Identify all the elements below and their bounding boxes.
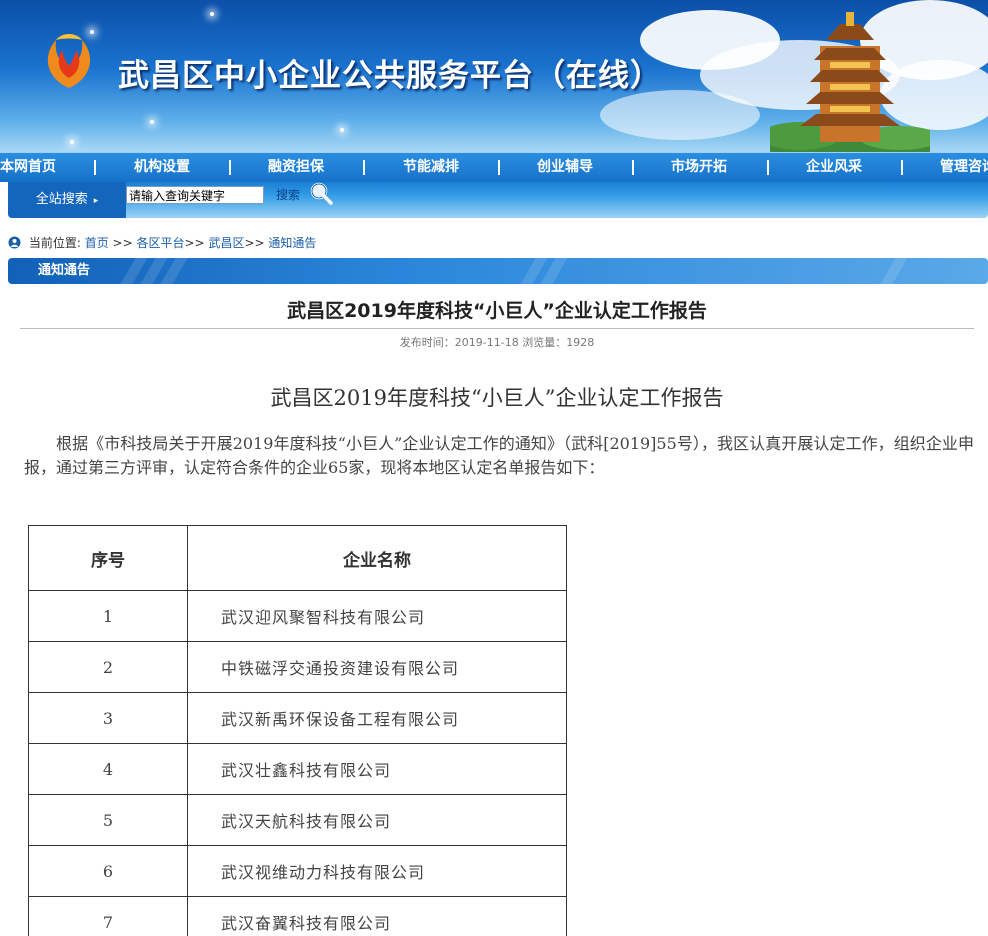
row-number: 2	[28, 641, 188, 693]
breadcrumb-regional-platforms[interactable]: 各区平台	[136, 236, 184, 250]
section-header: 通知通告	[8, 258, 988, 284]
nav-item-home[interactable]: 本网首页	[0, 153, 56, 183]
row-number: 7	[28, 896, 188, 936]
table-row: 4 武汉壮鑫科技有限公司	[28, 743, 567, 795]
article-body-title: 武昌区2019年度科技“小巨人”企业认定工作报告	[270, 386, 724, 410]
nav-separator	[363, 160, 365, 175]
search-input[interactable]	[126, 186, 264, 204]
nav-separator	[632, 160, 634, 175]
search-button[interactable]: 搜索	[276, 186, 300, 204]
article-paragraph: 根据《市科技局关于开展2019年度科技“小巨人”企业认定工作的通知》（武科[20…	[24, 434, 974, 477]
nav-separator	[767, 160, 769, 175]
breadcrumb-home[interactable]: 首页	[85, 236, 109, 250]
company-name: 武汉奋翼科技有限公司	[187, 896, 567, 936]
column-header-number: 序号	[28, 525, 188, 591]
company-name: 中铁磁浮交通投资建设有限公司	[187, 641, 567, 693]
row-number: 1	[28, 590, 188, 642]
article-title: 武昌区2019年度科技“小巨人”企业认定工作报告	[287, 300, 707, 322]
company-name: 武汉壮鑫科技有限公司	[187, 743, 567, 795]
table-row: 6 武汉视维动力科技有限公司	[28, 845, 567, 897]
site-title: 武昌区中小企业公共服务平台（在线）	[118, 58, 662, 94]
nav-item-financing[interactable]: 融资担保	[268, 153, 324, 183]
search-label: 全站搜索 ▸	[8, 182, 126, 218]
company-name: 武汉新禹环保设备工程有限公司	[187, 692, 567, 744]
table-row: 5 武汉天航科技有限公司	[28, 794, 567, 846]
article-meta: 发布时间：2019-11-18 浏览量：1928	[399, 336, 595, 349]
breadcrumb: 当前位置: 首页 >> 各区平台>> 武昌区>> 通知通告	[8, 234, 316, 250]
row-number: 3	[28, 692, 188, 744]
nav-item-startup[interactable]: 创业辅导	[537, 153, 593, 183]
nav-separator	[901, 160, 903, 175]
search-icon[interactable]	[308, 180, 334, 206]
breadcrumb-wuchang[interactable]: 武昌区	[208, 236, 244, 250]
nav-separator	[498, 160, 500, 175]
nav-separator	[229, 160, 231, 175]
yellow-crane-tower-icon	[770, 12, 930, 152]
page-root: 武昌区中小企业公共服务平台（在线） 本网首页 机构设置 融资担保 节能减排 创业…	[0, 0, 988, 936]
table-header-row: 序号 企业名称	[28, 525, 567, 591]
nav-item-organization[interactable]: 机构设置	[134, 153, 190, 183]
company-name: 武汉天航科技有限公司	[187, 794, 567, 846]
nav-separator	[94, 160, 96, 175]
column-header-company: 企业名称	[187, 525, 567, 591]
site-banner: 武昌区中小企业公共服务平台（在线）	[0, 0, 988, 152]
section-title: 通知通告	[38, 263, 91, 278]
row-number: 4	[28, 743, 188, 795]
enterprise-table: 序号 企业名称 1 武汉迎风聚智科技有限公司 2 中铁磁浮交通投资建设有限公司 …	[28, 525, 567, 936]
nav-item-consulting[interactable]: 管理咨询	[940, 153, 988, 183]
nav-item-energy-saving[interactable]: 节能减排	[403, 153, 459, 183]
breadcrumb-prefix: 当前位置:	[28, 236, 81, 250]
phoenix-logo-icon	[47, 34, 91, 88]
company-name: 武汉迎风聚智科技有限公司	[187, 590, 567, 642]
arrow-right-icon: ▸	[93, 196, 99, 206]
row-number: 6	[28, 845, 188, 897]
nav-item-enterprise[interactable]: 企业风采	[806, 153, 862, 183]
nav-item-market[interactable]: 市场开拓	[671, 153, 727, 183]
breadcrumb-notices[interactable]: 通知通告	[268, 236, 316, 250]
table-row: 3 武汉新禹环保设备工程有限公司	[28, 692, 567, 744]
company-name: 武汉视维动力科技有限公司	[187, 845, 567, 897]
main-nav: 本网首页 机构设置 融资担保 节能减排 创业辅导 市场开拓 企业风采 管理咨询	[0, 152, 988, 182]
table-row: 1 武汉迎风聚智科技有限公司	[28, 590, 567, 642]
location-icon	[8, 236, 21, 249]
row-number: 5	[28, 794, 188, 846]
divider	[20, 328, 974, 329]
table-row: 2 中铁磁浮交通投资建设有限公司	[28, 641, 567, 693]
table-row: 7 武汉奋翼科技有限公司	[28, 896, 567, 936]
